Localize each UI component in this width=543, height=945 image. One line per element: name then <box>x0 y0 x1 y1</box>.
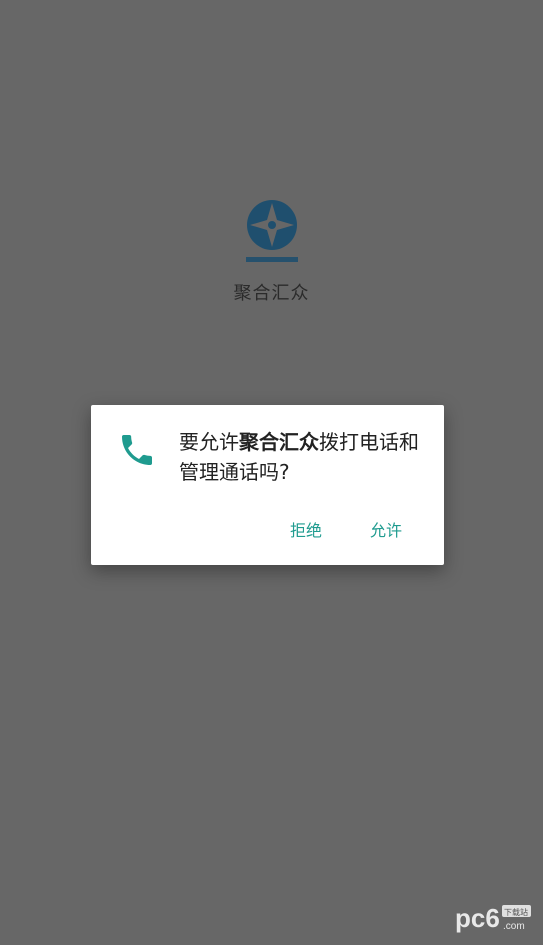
svg-text:pc6: pc6 <box>455 903 500 933</box>
permission-dialog: 要允许聚合汇众拨打电话和管理通话吗? 拒绝 允许 <box>91 405 444 565</box>
app-logo <box>242 195 302 269</box>
svg-text:下载站: 下载站 <box>504 907 528 917</box>
app-name: 聚合汇众 <box>233 283 310 304</box>
dialog-actions: 拒绝 允许 <box>288 513 404 545</box>
message-app-name: 聚合汇众 <box>239 430 319 454</box>
message-prefix: 要允许 <box>179 430 239 454</box>
watermark-logo: pc6 下载站 .com <box>453 901 533 935</box>
svg-text:.com: .com <box>503 921 525 932</box>
deny-button[interactable]: 拒绝 <box>288 513 324 545</box>
splash-screen: 聚合汇众 <box>0 195 543 305</box>
allow-button[interactable]: 允许 <box>368 513 404 545</box>
permission-message: 要允许聚合汇众拨打电话和管理通话吗? <box>179 427 434 487</box>
phone-icon <box>117 430 157 470</box>
